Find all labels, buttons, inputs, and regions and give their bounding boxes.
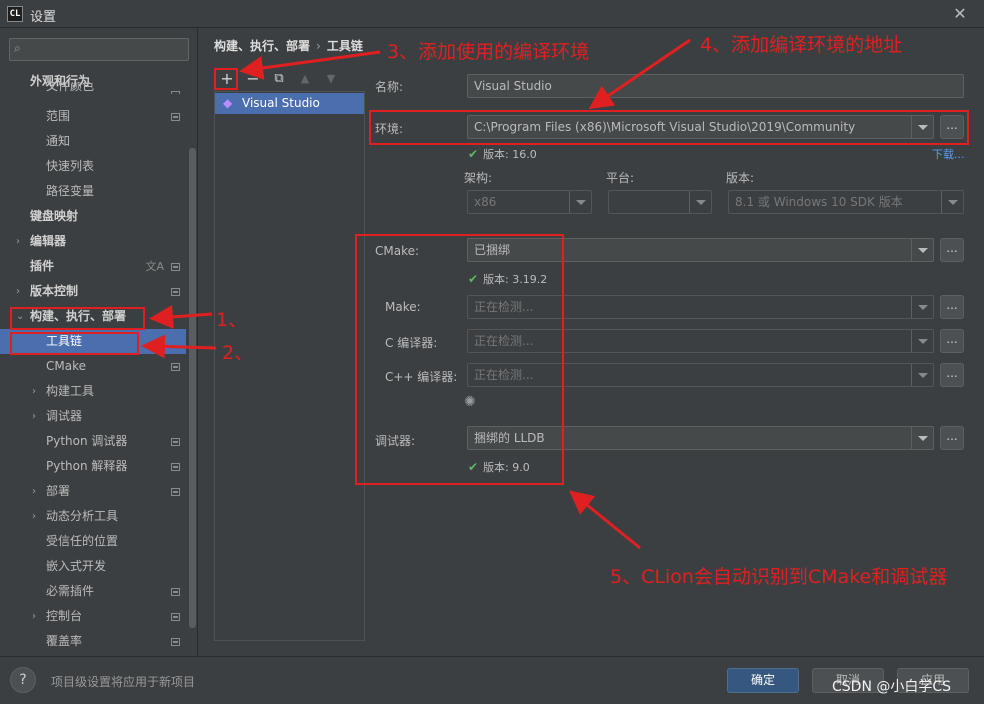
watermark: CSDN @小白学CS xyxy=(832,679,952,695)
arrow-3 xyxy=(239,50,381,80)
help-button[interactable]: ? xyxy=(10,667,36,693)
annotation-step-2: 2、 xyxy=(222,342,254,364)
arrow-2 xyxy=(141,334,217,359)
annotation-step-4: 4、添加编译环境的地址 xyxy=(700,34,903,56)
annotation-step-1: 1、 xyxy=(216,309,248,331)
annotation-arrows xyxy=(141,38,691,550)
annotation-step-5: 5、CLion会自动识别到CMake和调试器 xyxy=(610,566,948,588)
arrow-5 xyxy=(569,490,641,550)
footer-note: 项目级设置将应用于新项目 xyxy=(51,675,196,689)
annotation-step-3: 3、添加使用的编译环境 xyxy=(387,41,590,63)
bottom-bar: ? 项目级设置将应用于新项目 确定 取消 应用 CSDN @小白学CS xyxy=(0,656,984,704)
arrow-1 xyxy=(149,304,213,329)
arrow-4 xyxy=(588,38,691,110)
ok-button[interactable]: 确定 xyxy=(727,668,799,693)
